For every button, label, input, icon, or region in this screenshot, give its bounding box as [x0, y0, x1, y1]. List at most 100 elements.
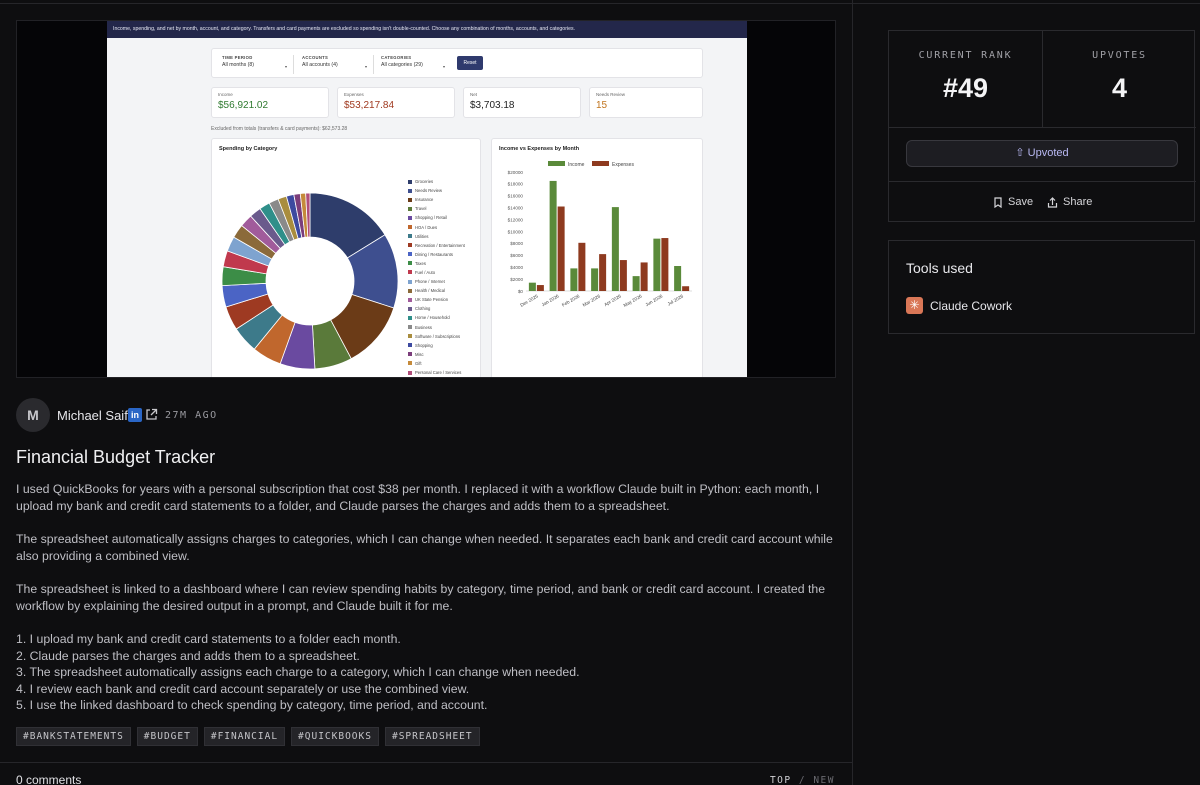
x-tick-label: Jul 2026 [667, 293, 685, 306]
legend-item: Shopping / Retail [408, 213, 465, 222]
y-tick-label: $12000 [508, 217, 524, 222]
x-tick-label: May 2026 [623, 293, 643, 308]
legend-label: HOA / Dues [415, 224, 438, 230]
author-name[interactable]: Michael Saif [57, 408, 128, 423]
legend-item: Shopping [408, 341, 465, 350]
legend-item: Utilities [408, 232, 465, 241]
reset-button[interactable]: Reset [457, 56, 483, 70]
legend-label: Groceries [415, 179, 434, 185]
tag-financial[interactable]: #FINANCIAL [203, 727, 286, 746]
bar-expenses-3 [599, 254, 607, 291]
y-tick-label: $0 [518, 289, 524, 294]
bar-expenses-2 [578, 242, 586, 291]
legend-item: Business [408, 323, 465, 332]
tool-claude-cowork[interactable]: ✳ Claude Cowork [906, 297, 1012, 314]
post-timestamp: 27M AGO [165, 410, 218, 421]
claude-logo-icon: ✳ [906, 297, 923, 314]
upvote-button[interactable]: ⇧ Upvoted [906, 140, 1178, 167]
legend-item: HOA / Dues [408, 222, 465, 231]
bar-income-6 [653, 238, 661, 291]
share-button[interactable]: Share [1047, 196, 1092, 208]
legend-item: Health / Medical [408, 286, 465, 295]
x-tick-label: Jan 2026 [541, 293, 560, 307]
kpi-expenses: Expenses $53,217.84 [337, 87, 455, 118]
project-preview-image[interactable]: Income, spending, and net by month, acco… [16, 20, 836, 378]
kpi-net: Net $3,703.18 [463, 87, 581, 118]
legend-label: Home / Household [415, 315, 450, 321]
filter-accounts[interactable]: ACCOUNTS All accounts (4) ▾ [302, 55, 374, 74]
bar-expenses-1 [557, 206, 565, 291]
save-button[interactable]: Save [993, 196, 1033, 208]
filter-categories[interactable]: CATEGORIES All categories (29) ▾ [381, 55, 451, 74]
y-tick-label: $4000 [510, 265, 523, 270]
tag-budget[interactable]: #BUDGET [136, 727, 198, 746]
post-body: I used QuickBooks for years with a perso… [16, 481, 836, 714]
legend-item: Taxes [408, 259, 465, 268]
legend-label: Fuel / Auto [415, 269, 436, 275]
legend-label: Business [415, 324, 432, 330]
legend-label: Health / Medical [415, 288, 446, 294]
legend-swatch [408, 370, 412, 375]
tag-spreadsheet[interactable]: #SPREADSHEET [384, 727, 480, 746]
pie-chart-title: Spending by Category [219, 146, 278, 152]
bar-income-1 [549, 180, 557, 291]
y-tick-label: $8000 [510, 241, 523, 246]
steps-list: 1. I upload my bank and credit card stat… [16, 631, 836, 714]
bar-income-7 [674, 266, 682, 291]
chevron-down-icon: ▾ [284, 64, 287, 69]
legend-item: Clothing [408, 304, 465, 313]
legend-swatch [408, 279, 412, 284]
legend-item: Personal Care / Services [408, 368, 465, 377]
legend-item: Travel [408, 204, 465, 213]
legend-label-income: Income [568, 162, 585, 168]
income-vs-expenses-card: Income vs Expenses by Month Income Expens… [491, 138, 703, 377]
linkedin-icon[interactable]: in [128, 408, 142, 422]
tools-heading: Tools used [906, 260, 973, 276]
bar-expenses-5 [640, 262, 648, 291]
bar-income-5 [632, 276, 640, 291]
spending-pie-chart [221, 192, 399, 370]
pie-legend: Groceries Needs Review Insurance Travel Shop… [408, 177, 465, 377]
current-rank: CURRENT RANK #49 [889, 31, 1042, 127]
divider [0, 762, 853, 763]
filter-bar: TIME PERIOD All months (8) ▾ ACCOUNTS Al… [211, 48, 703, 78]
x-tick-label: Mar 2026 [582, 293, 602, 307]
legend-label: Personal Care / Services [415, 370, 462, 376]
sort-top-link[interactable]: TOP [770, 775, 792, 785]
legend-label: Misc [415, 351, 424, 357]
bar-expenses-4 [619, 260, 627, 291]
y-tick-label: $18000 [508, 182, 524, 187]
step-item: 1. I upload my bank and credit card stat… [16, 632, 401, 646]
legend-label: Phone / Internet [415, 279, 445, 285]
legend-label: Dining / Restaurants [415, 251, 453, 257]
tag-bankstatements[interactable]: #BANKSTATEMENTS [16, 727, 131, 746]
author-avatar[interactable]: M [16, 398, 50, 432]
excluded-note: Excluded from totals (transfers & card p… [211, 126, 348, 132]
legend-label: Recreation / Entertainment [415, 242, 465, 248]
y-tick-label: $2000 [510, 277, 523, 282]
legend-swatch [408, 225, 412, 230]
chevron-down-icon: ▾ [364, 64, 367, 69]
post-paragraph: The spreadsheet automatically assigns ch… [16, 532, 833, 563]
sort-new-link[interactable]: NEW [813, 775, 835, 785]
external-link-icon[interactable] [145, 408, 158, 426]
legend-label: Taxes [415, 260, 426, 266]
upvote-arrow-icon: ⇧ [1015, 147, 1025, 159]
rank-value: #49 [942, 73, 989, 103]
legend-label: Insurance [415, 197, 434, 203]
tag-quickbooks[interactable]: #QUICKBOOKS [291, 727, 379, 746]
x-tick-label: Apr 2026 [603, 293, 622, 307]
x-tick-label: Dec 2025 [519, 293, 539, 307]
filter-time-period[interactable]: TIME PERIOD All months (8) ▾ [222, 55, 294, 74]
legend-label: Shopping [415, 342, 433, 348]
legend-swatch [408, 179, 412, 184]
bookmark-icon [994, 196, 1002, 208]
bar-expenses-0 [536, 285, 544, 291]
y-tick-label: $6000 [510, 253, 523, 258]
legend-swatch [408, 243, 412, 248]
upvotes: UPVOTES 4 [1043, 31, 1196, 127]
legend-swatch [408, 325, 412, 330]
legend-label: Utilities [415, 233, 429, 239]
legend-swatch [408, 297, 412, 302]
legend-swatch [408, 315, 412, 320]
